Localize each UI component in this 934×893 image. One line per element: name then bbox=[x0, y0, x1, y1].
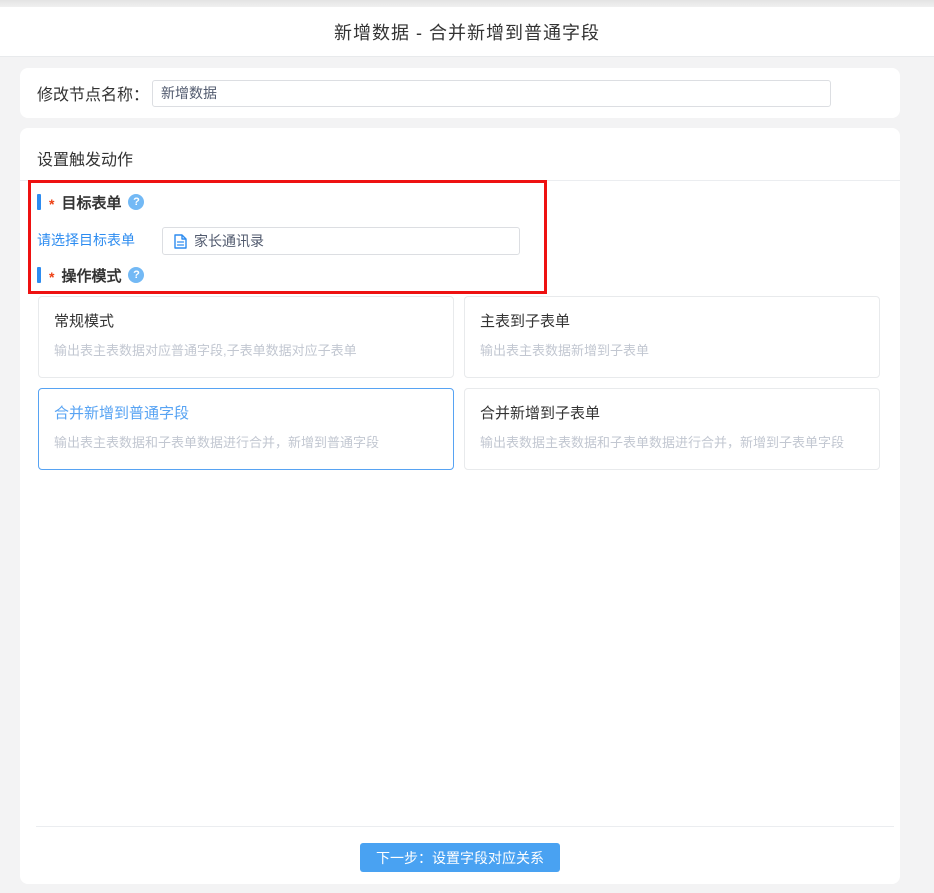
footer-divider bbox=[36, 826, 894, 827]
trigger-action-card: 设置触发动作 * 目标表单 ? 请选择目标表单 家长通讯录 * 操作模式 ? 常… bbox=[20, 128, 900, 884]
mode-title: 合并新增到普通字段 bbox=[54, 402, 438, 423]
operation-mode-field-label: * 操作模式 ? bbox=[37, 266, 144, 284]
question-circle-icon[interactable]: ? bbox=[128, 267, 144, 283]
operation-mode-options: 常规模式 输出表主表数据对应普通字段,子表单数据对应子表单 主表到子表单 输出表… bbox=[38, 296, 882, 470]
field-accent-bar bbox=[37, 267, 41, 283]
question-circle-icon[interactable]: ? bbox=[128, 194, 144, 210]
operation-mode-label: 操作模式 bbox=[61, 265, 121, 286]
mode-description: 输出表主表数据对应普通字段,子表单数据对应子表单 bbox=[54, 340, 438, 359]
target-form-label: 目标表单 bbox=[61, 192, 121, 213]
mode-card-merge-to-subform[interactable]: 合并新增到子表单 输出表数据主表数据和子表单数据进行合并，新增到子表单字段 bbox=[464, 388, 880, 470]
required-asterisk: * bbox=[49, 196, 54, 212]
section-divider bbox=[20, 180, 900, 181]
mode-description: 输出表主表数据新增到子表单 bbox=[480, 340, 864, 359]
node-name-label: 修改节点名称： bbox=[37, 81, 149, 105]
mode-title: 主表到子表单 bbox=[480, 310, 864, 331]
mode-title: 常规模式 bbox=[54, 310, 438, 331]
target-form-field-label: * 目标表单 ? bbox=[37, 193, 144, 211]
section-title: 设置触发动作 bbox=[37, 146, 133, 170]
page-title: 新增数据 - 合并新增到普通字段 bbox=[334, 19, 600, 45]
node-name-input[interactable] bbox=[152, 80, 831, 107]
node-name-card: 修改节点名称： bbox=[20, 68, 900, 118]
mode-card-main-to-subform[interactable]: 主表到子表单 输出表主表数据新增到子表单 bbox=[464, 296, 880, 378]
selected-form-name: 家长通讯录 bbox=[194, 231, 264, 251]
field-accent-bar bbox=[37, 194, 41, 210]
mode-card-merge-to-normal-field[interactable]: 合并新增到普通字段 输出表主表数据和子表单数据进行合并，新增到普通字段 bbox=[38, 388, 454, 470]
mode-card-normal[interactable]: 常规模式 输出表主表数据对应普通字段,子表单数据对应子表单 bbox=[38, 296, 454, 378]
mode-title: 合并新增到子表单 bbox=[480, 402, 864, 423]
mode-description: 输出表数据主表数据和子表单数据进行合并，新增到子表单字段 bbox=[480, 432, 864, 451]
top-scroll-strip bbox=[0, 0, 934, 7]
required-asterisk: * bbox=[49, 269, 54, 285]
mode-description: 输出表主表数据和子表单数据进行合并，新增到普通字段 bbox=[54, 432, 438, 451]
dialog-header: 新增数据 - 合并新增到普通字段 bbox=[0, 7, 934, 57]
document-icon bbox=[174, 234, 187, 249]
target-form-picker[interactable]: 家长通讯录 bbox=[162, 227, 520, 255]
next-step-button[interactable]: 下一步：设置字段对应关系 bbox=[360, 843, 560, 872]
select-target-form-label: 请选择目标表单 bbox=[37, 226, 135, 254]
